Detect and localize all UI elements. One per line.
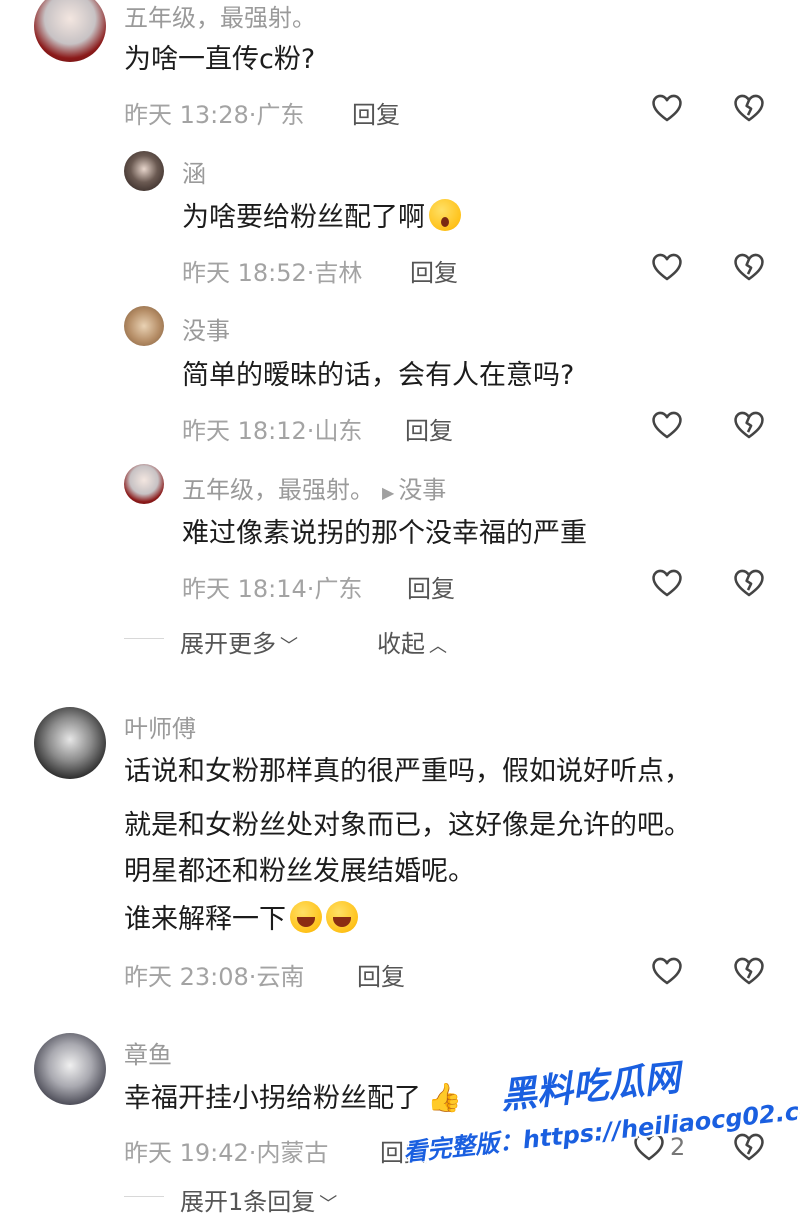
comment-text-line: 谁来解释一下 <box>124 896 358 944</box>
chevron-down-icon: ﹀ <box>319 1194 338 1215</box>
comment-text: 为啥一直传c粉? <box>124 44 316 75</box>
reply-meta: 昨天 18:52·吉林 <box>182 253 362 288</box>
avatar[interactable] <box>124 464 164 504</box>
heart-outline-icon[interactable] <box>650 408 684 442</box>
comment-meta: 昨天 19:42·内蒙古 <box>124 1133 328 1168</box>
comment-time: 昨天 13:28 <box>124 101 249 129</box>
broken-heart-icon[interactable] <box>732 408 766 442</box>
avatar[interactable] <box>124 151 164 191</box>
comment-meta: 昨天 23:08·云南 <box>124 957 304 992</box>
reply-username[interactable]: 五年级，最强射。 ▶ 没事 <box>182 470 446 505</box>
collapse-label[interactable]: 收起 <box>377 630 425 658</box>
reply-time: 昨天 18:14 <box>182 575 307 603</box>
chevron-down-icon: ﹀ <box>280 636 298 657</box>
thumbs-up-emoji-icon: 👍 <box>427 1081 462 1114</box>
heart-outline-icon[interactable] <box>650 250 684 284</box>
reply-arrow-icon: ▶ <box>382 483 395 502</box>
comment-location: 广东 <box>256 101 305 129</box>
reply-text-content: 为啥要给粉丝配了啊 <box>182 202 425 233</box>
comment-username[interactable]: 叶师傅 <box>124 709 196 744</box>
expand-more-label[interactable]: 展开更多 <box>180 630 276 658</box>
reply-meta: 昨天 18:12·山东 <box>182 411 362 446</box>
heart-outline-icon[interactable] <box>650 954 684 988</box>
comment-meta: 昨天 13:28·广东 <box>124 95 304 130</box>
reply-location: 山东 <box>314 417 363 445</box>
comment-text-line: 话说和女粉那样真的很严重吗，假如说好听点， <box>124 756 691 787</box>
comment-username[interactable]: 章鱼 <box>124 1035 172 1070</box>
chevron-up-icon: ︿ <box>429 636 447 657</box>
comment-location: 云南 <box>256 963 305 991</box>
reply-meta: 昨天 18:14·广东 <box>182 569 362 604</box>
heart-outline-icon[interactable] <box>650 91 684 125</box>
broken-heart-icon[interactable] <box>732 91 766 125</box>
heart-outline-icon[interactable] <box>650 566 684 600</box>
comment-location: 内蒙古 <box>256 1139 329 1167</box>
avatar[interactable] <box>34 707 106 779</box>
reply-username[interactable]: 涵 <box>182 154 206 189</box>
comment-time: 昨天 19:42 <box>124 1139 249 1167</box>
divider <box>124 638 164 639</box>
comment-time: 昨天 23:08 <box>124 963 249 991</box>
reply-button[interactable]: 回复 <box>407 569 455 604</box>
reply-text: 简单的暧昧的话，会有人在意吗? <box>182 360 575 391</box>
reply-to-username[interactable]: 没事 <box>398 476 446 504</box>
reply-location: 广东 <box>314 575 363 603</box>
reply-button[interactable]: 回复 <box>352 95 400 130</box>
reply-text: 难过像素说拐的那个没幸福的严重 <box>182 518 587 549</box>
divider <box>124 1196 164 1197</box>
comment-text-line: 就是和女粉丝处对象而已，这好像是允许的吧。 <box>124 810 691 841</box>
collapse-button[interactable]: 收起 ︿ <box>377 624 447 659</box>
reply-username[interactable]: 没事 <box>182 311 230 346</box>
expand-replies-label[interactable]: 展开1条回复 <box>180 1188 315 1216</box>
reply-button[interactable]: 回复 <box>357 957 405 992</box>
reply-text: 为啥要给粉丝配了啊 <box>182 194 461 242</box>
comment-text-content: 幸福开挂小拐给粉丝配了 <box>124 1083 421 1114</box>
reply-username-text[interactable]: 五年级，最强射。 <box>182 476 374 504</box>
comment-text-content: 谁来解释一下 <box>124 904 286 935</box>
comment-username[interactable]: 五年级，最强射。 <box>124 0 316 33</box>
shocked-emoji-icon <box>429 199 461 231</box>
reply-time: 昨天 18:52 <box>182 259 307 287</box>
avatar[interactable] <box>124 306 164 346</box>
expand-more-button[interactable]: 展开更多 ﹀ <box>180 624 298 659</box>
reply-time: 昨天 18:12 <box>182 417 307 445</box>
broken-heart-icon[interactable] <box>732 566 766 600</box>
laughing-emoji-icon <box>290 901 322 933</box>
avatar[interactable] <box>34 1033 106 1105</box>
watermark-url-prefix: 看完整版： <box>402 1126 525 1167</box>
reply-button[interactable]: 回复 <box>405 411 453 446</box>
comment-text: 幸福开挂小拐给粉丝配了 👍 <box>124 1074 462 1123</box>
reply-button[interactable]: 回复 <box>410 253 458 288</box>
laughing-emoji-icon <box>326 901 358 933</box>
comment-text-line: 明星都还和粉丝发展结婚呢。 <box>124 856 475 887</box>
avatar[interactable] <box>34 0 106 62</box>
broken-heart-icon[interactable] <box>732 954 766 988</box>
broken-heart-icon[interactable] <box>732 250 766 284</box>
broken-heart-icon[interactable] <box>732 1130 766 1164</box>
reply-location: 吉林 <box>314 259 363 287</box>
